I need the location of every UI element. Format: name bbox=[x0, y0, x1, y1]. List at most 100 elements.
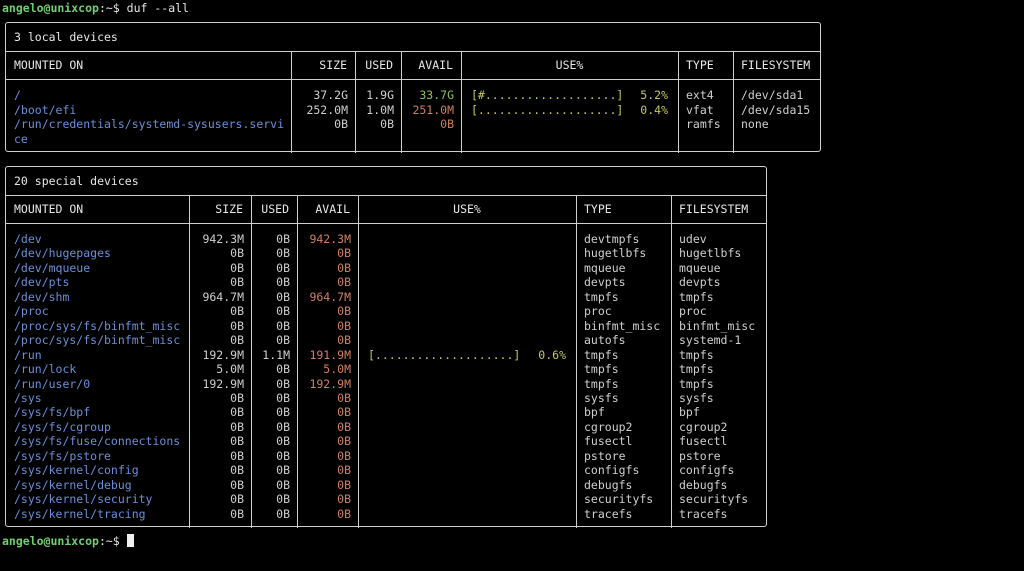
fs-type: autofs bbox=[584, 333, 626, 348]
fs-type: pstore bbox=[584, 448, 626, 463]
usage-percent: 0.6% bbox=[538, 347, 566, 362]
avail-value: 0B bbox=[337, 246, 351, 261]
fs-type: bpf bbox=[584, 405, 605, 420]
fs-type: tmpfs bbox=[584, 347, 619, 362]
filesystem-name: cgroup2 bbox=[679, 419, 728, 434]
avail-value: 191.9M bbox=[309, 347, 351, 362]
avail-value: 964.7M bbox=[309, 289, 351, 304]
column-header-fs: FILESYSTEM bbox=[679, 202, 749, 216]
used-value: 1.0M bbox=[366, 102, 394, 117]
mount-point: /dev/hugepages bbox=[14, 246, 111, 261]
used-value: 1.1M bbox=[262, 347, 290, 362]
avail-value: 0B bbox=[337, 477, 351, 492]
used-value: 0B bbox=[276, 275, 290, 290]
column-header-size: SIZE bbox=[319, 58, 347, 72]
filesystem-name: proc bbox=[679, 304, 707, 319]
used-value: 0B bbox=[276, 390, 290, 405]
size-value: 0B bbox=[230, 448, 244, 463]
fs-type: vfat bbox=[686, 102, 714, 117]
fs-type: mqueue bbox=[584, 260, 626, 275]
filesystem-name: tmpfs bbox=[679, 289, 714, 304]
column-header-size: SIZE bbox=[215, 202, 243, 216]
mount-point: /run bbox=[14, 347, 42, 362]
fs-type: cgroup2 bbox=[584, 419, 633, 434]
mount-point: /sys/kernel/config bbox=[14, 463, 139, 478]
mount-point: / bbox=[14, 88, 21, 102]
size-value: 192.9M bbox=[202, 376, 244, 391]
mount-point: /sys/kernel/tracing bbox=[14, 506, 146, 521]
avail-value: 33.7G bbox=[419, 88, 454, 102]
used-value: 0B bbox=[276, 463, 290, 478]
size-value: 0B bbox=[230, 405, 244, 420]
filesystem-name: tracefs bbox=[679, 506, 728, 521]
used-value: 0B bbox=[276, 492, 290, 507]
used-value: 0B bbox=[276, 434, 290, 449]
size-value: 0B bbox=[230, 246, 244, 261]
filesystem-name: configfs bbox=[679, 463, 735, 478]
avail-value: 5.0M bbox=[323, 362, 351, 377]
fs-type: configfs bbox=[584, 463, 640, 478]
size-value: 0B bbox=[230, 275, 244, 290]
filesystem-name: tmpfs bbox=[679, 362, 714, 377]
fs-type: binfmt_misc bbox=[584, 318, 661, 333]
size-value: 0B bbox=[230, 492, 244, 507]
fs-type: tracefs bbox=[584, 506, 633, 521]
size-value: 0B bbox=[230, 419, 244, 434]
special-devices-table: 20 special devices MOUNTED ON SIZE USED AVA… bbox=[5, 166, 767, 528]
avail-value: 942.3M bbox=[309, 232, 351, 246]
fs-type: sysfs bbox=[584, 390, 619, 405]
column-header-avail: AVAIL bbox=[315, 202, 350, 216]
column-header-usebar: USE% bbox=[555, 58, 584, 72]
used-value: 0B bbox=[276, 448, 290, 463]
avail-value: 192.9M bbox=[309, 376, 351, 391]
size-value: 0B bbox=[230, 506, 244, 521]
mount-point: /boot/efi bbox=[14, 102, 77, 117]
mount-point: /sys/fs/bpf bbox=[14, 405, 91, 420]
filesystem-name: sysfs bbox=[679, 390, 714, 405]
mount-point: /run/lock bbox=[14, 362, 77, 377]
size-value: 252.0M bbox=[306, 102, 348, 117]
avail-value: 0B bbox=[337, 434, 351, 449]
fs-type: devtmpfs bbox=[584, 232, 640, 246]
used-value: 0B bbox=[276, 477, 290, 492]
usage-percent: 0.4% bbox=[640, 102, 668, 117]
filesystem-name: tmpfs bbox=[679, 347, 714, 362]
mount-point: /dev bbox=[14, 232, 42, 246]
used-value: 0B bbox=[276, 419, 290, 434]
prompt-path: :~ bbox=[98, 1, 113, 15]
column-header-usebar: USE% bbox=[453, 202, 481, 216]
bottom-prompt[interactable]: angelo@unixcop:~$ bbox=[2, 534, 134, 548]
local-devices-title: 3 local devices bbox=[14, 30, 118, 44]
filesystem-name: bpf bbox=[679, 405, 700, 420]
column-header-used: USED bbox=[365, 58, 393, 72]
used-value: 0B bbox=[276, 260, 290, 275]
mount-point: /sys/fs/cgroup bbox=[14, 419, 111, 434]
size-value: 37.2G bbox=[313, 88, 348, 102]
mount-point: /run/credentials/systemd-sysusers.servi bbox=[14, 117, 285, 131]
prompt-symbol: $ bbox=[112, 534, 127, 548]
filesystem-name: udev bbox=[679, 232, 707, 246]
size-value: 0B bbox=[230, 333, 244, 348]
mount-point: /dev/shm bbox=[14, 289, 70, 304]
avail-value: 0B bbox=[337, 304, 351, 319]
used-value: 0B bbox=[276, 405, 290, 420]
avail-value: 0B bbox=[337, 463, 351, 478]
size-value: 0B bbox=[230, 463, 244, 478]
size-value: 0B bbox=[230, 434, 244, 449]
used-value: 0B bbox=[276, 506, 290, 521]
filesystem-name: tmpfs bbox=[679, 376, 714, 391]
size-value: 942.3M bbox=[202, 232, 244, 246]
mount-point: /sys bbox=[14, 390, 42, 405]
used-value: 0B bbox=[276, 246, 290, 261]
fs-type: fusectl bbox=[584, 434, 633, 449]
local-devices-table: 3 local devices MOUNTED ON SIZE USED AVAIL U… bbox=[5, 22, 821, 153]
column-header-type: TYPE bbox=[584, 202, 612, 216]
text-cursor bbox=[126, 534, 134, 547]
fs-type: tmpfs bbox=[584, 376, 619, 391]
mount-point: /sys/kernel/security bbox=[14, 492, 153, 507]
column-header-mount: MOUNTED ON bbox=[14, 202, 84, 216]
used-value: 0B bbox=[276, 232, 290, 246]
size-value: 192.9M bbox=[202, 347, 244, 362]
avail-value: 0B bbox=[337, 419, 351, 434]
fs-type: securityfs bbox=[584, 492, 654, 507]
